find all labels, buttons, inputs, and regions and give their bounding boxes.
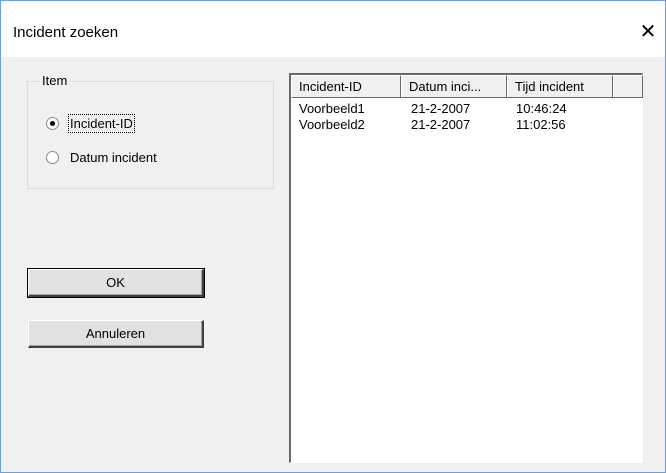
radio-incident-id-label[interactable]: Incident-ID <box>68 114 135 133</box>
dialog-title: Incident zoeken <box>13 24 119 41</box>
title-bar: Incident zoeken ✕ <box>1 1 665 57</box>
radio-datum-incident[interactable]: Datum incident <box>46 150 246 168</box>
ok-button[interactable]: OK <box>27 268 205 298</box>
cell-tijd[interactable]: 10:46:24 <box>516 101 567 116</box>
cell-datum[interactable]: 21-2-2007 <box>411 117 470 132</box>
incident-search-dialog: Incident zoeken ✕ Item Incident-ID Datum… <box>0 0 666 473</box>
cancel-button[interactable]: Annuleren <box>28 320 204 348</box>
close-icon[interactable]: ✕ <box>631 17 665 47</box>
column-header-empty <box>613 75 643 98</box>
column-header-incident-id[interactable]: Incident-ID <box>291 75 401 98</box>
column-header-tijd[interactable]: Tijd incident <box>507 75 613 98</box>
radio-incident-id[interactable]: Incident-ID <box>46 114 246 134</box>
radio-circle[interactable] <box>46 151 59 164</box>
cell-tijd[interactable]: 11:02:56 <box>516 117 566 132</box>
cell-incident-id[interactable]: Voorbeeld1 <box>299 101 365 116</box>
cell-datum[interactable]: 21-2-2007 <box>411 101 470 116</box>
item-group-box <box>27 81 274 189</box>
item-group-label: Item <box>39 73 71 88</box>
radio-circle[interactable] <box>46 117 59 130</box>
incident-list[interactable]: Incident-ID Datum inci... Tijd incident … <box>289 73 643 463</box>
radio-selected-dot <box>50 121 55 126</box>
radio-datum-incident-label[interactable]: Datum incident <box>70 150 157 165</box>
cell-incident-id[interactable]: Voorbeeld2 <box>299 117 365 132</box>
column-header-datum[interactable]: Datum inci... <box>401 75 507 98</box>
